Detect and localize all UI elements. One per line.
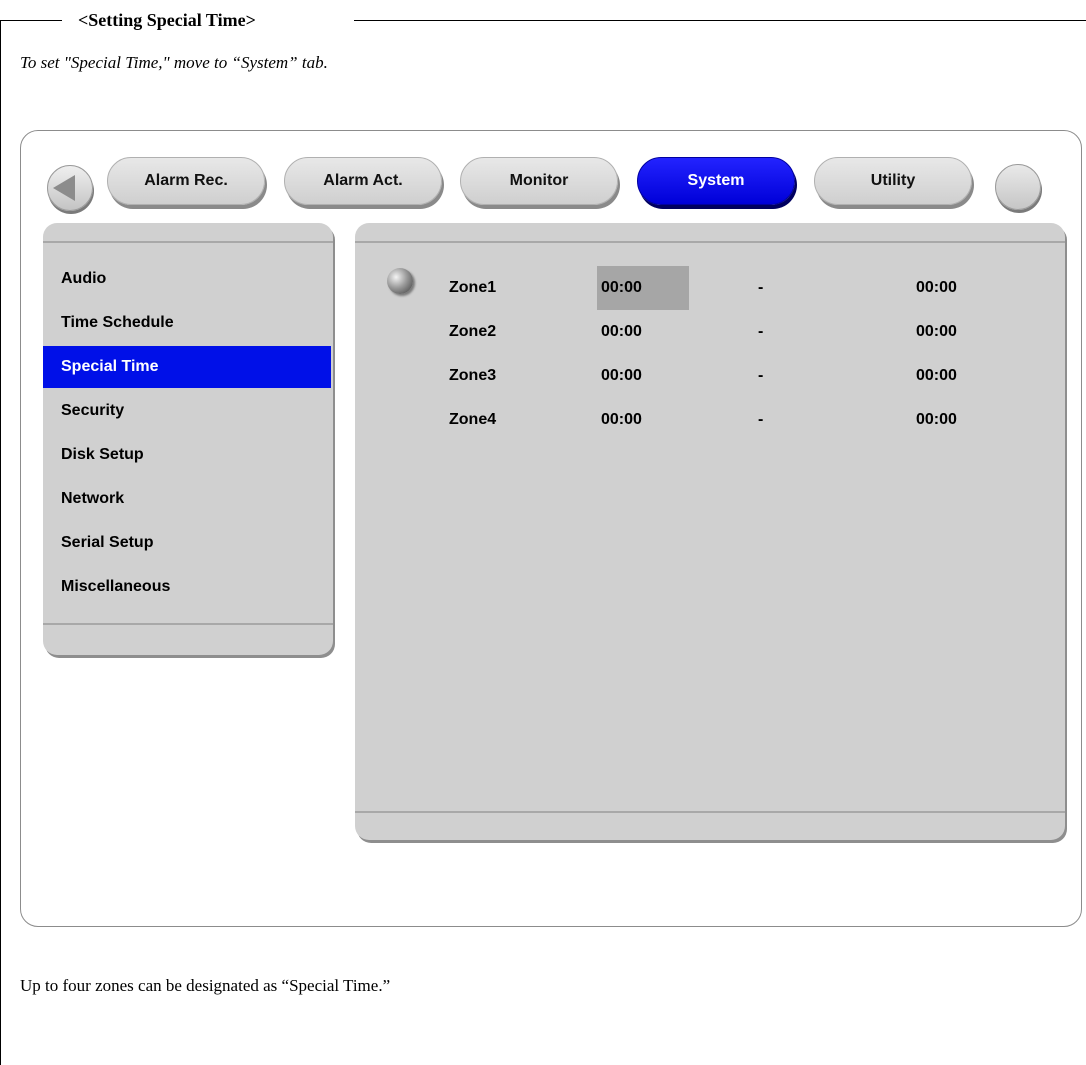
zone-row: Zone2 00:00 - 00:00 — [355, 310, 1055, 354]
zone4-end-time-field[interactable]: 00:00 — [916, 398, 957, 442]
zone-label: Zone1 — [449, 279, 497, 296]
sidebar-item-disk-setup[interactable]: Disk Setup — [43, 434, 331, 476]
zone-label: Zone3 — [449, 367, 497, 384]
time-range-separator: - — [758, 411, 764, 428]
sidebar-item-time-schedule[interactable]: Time Schedule — [43, 302, 331, 344]
time-range-separator: - — [758, 279, 764, 296]
zone-row: Zone4 00:00 - 00:00 — [355, 398, 1055, 442]
zone-row: Zone3 00:00 - 00:00 — [355, 354, 1055, 398]
frame-left-rule — [0, 20, 1, 1065]
zone-label: Zone4 — [449, 411, 497, 428]
zone-label: Zone2 — [449, 323, 497, 340]
tab-monitor[interactable]: Monitor — [460, 157, 618, 205]
left-arrow-icon — [53, 175, 75, 201]
tab-alarm-act[interactable]: Alarm Act. — [284, 157, 442, 205]
panel-top-divider — [355, 241, 1065, 243]
prev-tab-button[interactable] — [47, 165, 93, 211]
frame-top-right-rule — [354, 20, 1086, 21]
sidebar-item-special-time[interactable]: Special Time — [43, 346, 331, 388]
sidebar-item-security[interactable]: Security — [43, 390, 331, 432]
zone2-end-time-field[interactable]: 00:00 — [916, 310, 957, 354]
zone3-end-time-field[interactable]: 00:00 — [916, 354, 957, 398]
next-tab-button[interactable] — [995, 164, 1041, 210]
sidebar-top-divider — [43, 241, 333, 243]
intro-text: To set "Special Time," move to “System” … — [20, 53, 328, 72]
section-heading: <Setting Special Time> — [78, 10, 256, 30]
sidebar-item-network[interactable]: Network — [43, 478, 331, 520]
zone2-start-time-field[interactable]: 00:00 — [601, 310, 642, 354]
time-range-separator: - — [758, 323, 764, 340]
frame-top-left-rule — [0, 20, 62, 21]
special-time-panel: Zone1 00:00 - 00:00 Zone2 00:00 - 00:00 … — [355, 223, 1065, 840]
time-range-separator: - — [758, 367, 764, 384]
zone-row: Zone1 00:00 - 00:00 — [355, 266, 1055, 310]
tab-utility[interactable]: Utility — [814, 157, 972, 205]
setup-screen: Alarm Rec. Alarm Act. Monitor System Uti… — [20, 130, 1082, 927]
panel-bottom-divider — [355, 811, 1065, 813]
zone1-end-time-field[interactable]: 00:00 — [916, 266, 957, 310]
tab-alarm-rec[interactable]: Alarm Rec. — [107, 157, 265, 205]
zone1-start-time-field[interactable]: 00:00 — [597, 266, 689, 310]
footer-text: Up to four zones can be designated as “S… — [20, 976, 391, 995]
sidebar-item-audio[interactable]: Audio — [43, 258, 331, 300]
tab-system[interactable]: System — [637, 157, 795, 205]
sidebar-item-serial-setup[interactable]: Serial Setup — [43, 522, 331, 564]
zone4-start-time-field[interactable]: 00:00 — [601, 398, 642, 442]
sidebar-menu: Audio Time Schedule Special Time Securit… — [43, 223, 333, 655]
sidebar-item-miscellaneous[interactable]: Miscellaneous — [43, 566, 331, 608]
zone3-start-time-field[interactable]: 00:00 — [601, 354, 642, 398]
sidebar-bottom-divider — [43, 623, 333, 625]
